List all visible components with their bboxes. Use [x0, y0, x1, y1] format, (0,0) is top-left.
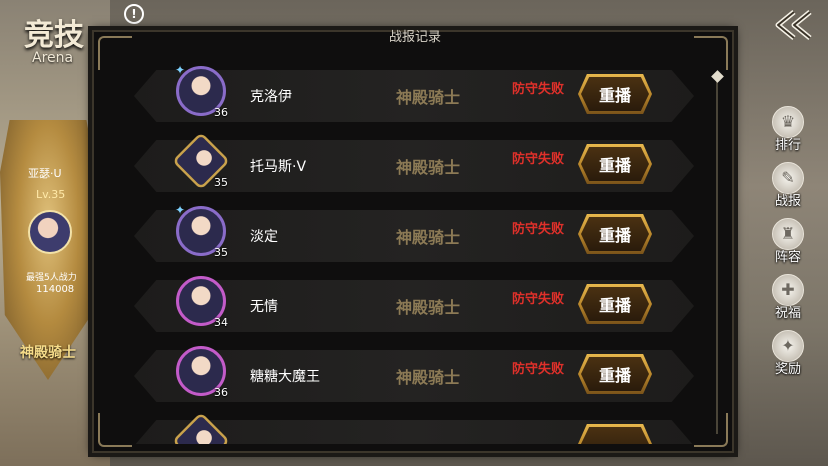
player-name: 糖糖大魔王	[250, 369, 320, 385]
player-rank: 神殿骑士	[396, 228, 461, 247]
player-name: 托马斯·V	[250, 159, 307, 175]
scrollbar-track[interactable]	[716, 74, 718, 434]
star-icon: ✦	[175, 63, 186, 77]
side-item-label: 阵容	[774, 250, 801, 265]
player-level: 36	[214, 386, 228, 399]
battle-report-dialog: 战报记录 ✦ 36 克洛伊 神殿骑士 防守失败 重播 35 托马斯·V 神殿骑士…	[92, 30, 734, 453]
side-item-reward[interactable]: ✦ 奖励	[760, 328, 816, 384]
scrollbar-thumb[interactable]	[711, 70, 724, 83]
side-menu: ♛ 排行 ✎ 战报 ♜ 阵容 ✚ 祝福 ✦ 奖励	[760, 104, 816, 384]
player-rank: 神殿骑士	[396, 88, 461, 107]
replay-button[interactable]: 重播	[578, 354, 652, 394]
replay-label: 重播	[598, 226, 631, 245]
player-name: 克洛伊	[250, 89, 292, 105]
player-rank: 神殿骑士	[396, 298, 461, 317]
player-avatar[interactable]	[172, 412, 230, 444]
side-item-lineup[interactable]: ♜ 阵容	[760, 216, 816, 272]
record-row: 35 托马斯·V 神殿骑士 防守失败 重播	[134, 132, 694, 192]
replay-label: 重播	[598, 86, 631, 105]
back-button[interactable]	[770, 8, 818, 42]
replay-button[interactable]: 重播	[578, 74, 652, 114]
player-level: 36	[214, 106, 228, 119]
opponent-rank-title: 神殿骑士	[20, 345, 76, 361]
side-item-label: 排行	[774, 138, 801, 153]
player-rank: 神殿骑士	[396, 158, 461, 177]
replay-label: 重播	[598, 296, 631, 315]
player-level: 35	[214, 246, 228, 259]
battle-result: 防守失败	[512, 82, 565, 97]
record-row: ✦ 35 淡定 神殿骑士 防守失败 重播	[134, 203, 694, 262]
side-item-blessing[interactable]: ✚ 祝福	[760, 272, 816, 328]
replay-button[interactable]: 重播	[578, 214, 652, 254]
back-arrow-icon	[775, 10, 812, 40]
opponent-name: 亚瑟·U	[28, 167, 62, 180]
record-row: 36 糖糖大魔王 神殿骑士 防守失败 重播	[134, 346, 694, 402]
player-level: 34	[214, 316, 228, 329]
side-item-label: 战报	[774, 194, 801, 209]
player-name: 无情	[250, 299, 278, 315]
player-rank: 神殿骑士	[396, 368, 461, 387]
battle-result: 防守失败	[512, 222, 565, 237]
replay-label: 重播	[598, 366, 631, 385]
record-row: ✦ 36 克洛伊 神殿骑士 防守失败 重播	[134, 63, 694, 122]
arena-title: 竞技	[24, 18, 84, 53]
side-item-ranking[interactable]: ♛ 排行	[760, 104, 816, 160]
replay-label: 重播	[598, 156, 631, 175]
battle-result: 防守失败	[512, 152, 565, 167]
player-name: 淡定	[250, 229, 278, 245]
replay-button[interactable]: 重播	[578, 144, 652, 184]
side-item-label: 奖励	[774, 362, 801, 377]
record-row-partial	[134, 412, 694, 444]
side-item-label: 祝福	[774, 306, 801, 321]
battle-result: 防守失败	[512, 362, 565, 377]
arena-subtitle: Arena	[32, 50, 74, 66]
opponent-level: Lv.35	[36, 188, 66, 201]
record-row: 34 无情 神殿骑士 防守失败 重播	[134, 276, 694, 332]
replay-button[interactable]: 重播	[578, 284, 652, 324]
player-level: 35	[214, 176, 228, 189]
opponent-avatar	[28, 210, 72, 254]
opponent-power-value: 114008	[36, 284, 75, 295]
record-list[interactable]: ✦ 36 克洛伊 神殿骑士 防守失败 重播 35 托马斯·V 神殿骑士 防守失败…	[104, 52, 712, 444]
replay-button[interactable]	[578, 424, 652, 444]
star-icon: ✦	[175, 203, 186, 217]
info-icon[interactable]: !	[124, 4, 144, 24]
battle-result: 防守失败	[512, 292, 565, 307]
side-item-battle-report[interactable]: ✎ 战报	[760, 160, 816, 216]
opponent-power-label: 最强5人战力	[26, 273, 77, 283]
dialog-title: 战报记录	[388, 30, 441, 45]
